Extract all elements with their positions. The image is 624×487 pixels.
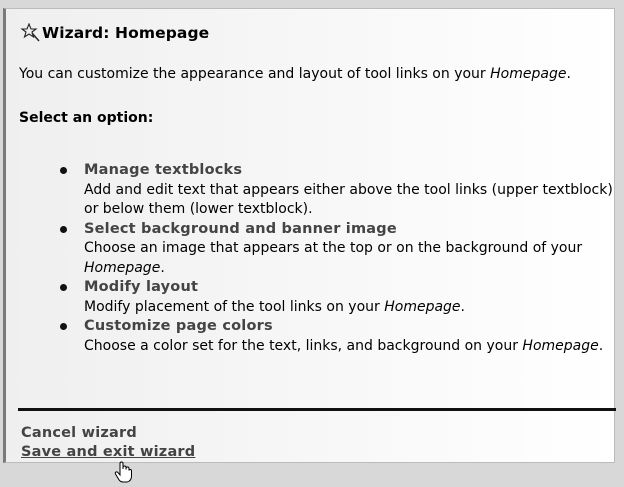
wizard-header: Wizard: Homepage	[20, 22, 210, 43]
option-description: Modify placement of the tool links on yo…	[84, 298, 614, 318]
intro-period: .	[566, 66, 571, 82]
save-exit-wizard-link[interactable]: Save and exit wizard	[21, 444, 195, 460]
option-desc-end: .	[598, 337, 604, 354]
select-background-banner-link[interactable]: Select background and banner image	[84, 221, 397, 237]
option-desc-term: Homepage	[84, 259, 161, 276]
bullet-icon	[60, 167, 67, 174]
option-desc-text: Modify placement of the tool links on yo…	[84, 298, 385, 315]
hand-pointer-icon	[114, 461, 134, 483]
option-list: Manage textblocks Add and edit text that…	[54, 161, 614, 356]
option-desc-term: Homepage	[522, 337, 599, 354]
bullet-icon	[60, 225, 67, 233]
option-desc-end: .	[460, 298, 465, 315]
wand-icon	[20, 22, 40, 43]
modify-layout-link[interactable]: Modify layout	[84, 279, 198, 295]
option-description: Add and edit text that appears either ab…	[84, 181, 614, 220]
option-desc-term: Homepage	[384, 298, 461, 315]
option-desc-text: Choose an image that appears at the top …	[84, 240, 583, 256]
option-desc-end: .	[160, 259, 165, 276]
customize-page-colors-link[interactable]: Customize page colors	[84, 318, 273, 334]
option-desc-text: Add and edit text that appears either ab…	[84, 181, 613, 218]
select-option-heading: Select an option:	[19, 110, 154, 126]
wizard-panel: Wizard: Homepage You can customize the a…	[3, 8, 616, 483]
option-item-background-banner: Select background and banner image Choos…	[54, 220, 614, 279]
option-item-manage-textblocks: Manage textblocks Add and edit text that…	[54, 161, 614, 220]
intro-text-main: You can customize the appearance and lay…	[19, 66, 491, 82]
cancel-wizard-link[interactable]: Cancel wizard	[21, 425, 137, 441]
bullet-icon	[60, 284, 67, 291]
intro-text: You can customize the appearance and lay…	[19, 65, 609, 83]
option-item-modify-layout: Modify layout Modify placement of the to…	[54, 278, 614, 317]
option-description: Choose an image that appears at the top …	[84, 239, 614, 278]
option-item-page-colors: Customize page colors Choose a color set…	[54, 317, 614, 356]
footer-divider	[18, 408, 616, 411]
manage-textblocks-link[interactable]: Manage textblocks	[84, 162, 242, 178]
option-desc-text: Choose a color set for the text, links, …	[84, 337, 523, 354]
page-title: Wizard: Homepage	[42, 24, 210, 42]
intro-homepage-term: Homepage	[490, 66, 567, 82]
option-description: Choose a color set for the text, links, …	[84, 337, 614, 357]
bullet-icon	[60, 323, 67, 330]
